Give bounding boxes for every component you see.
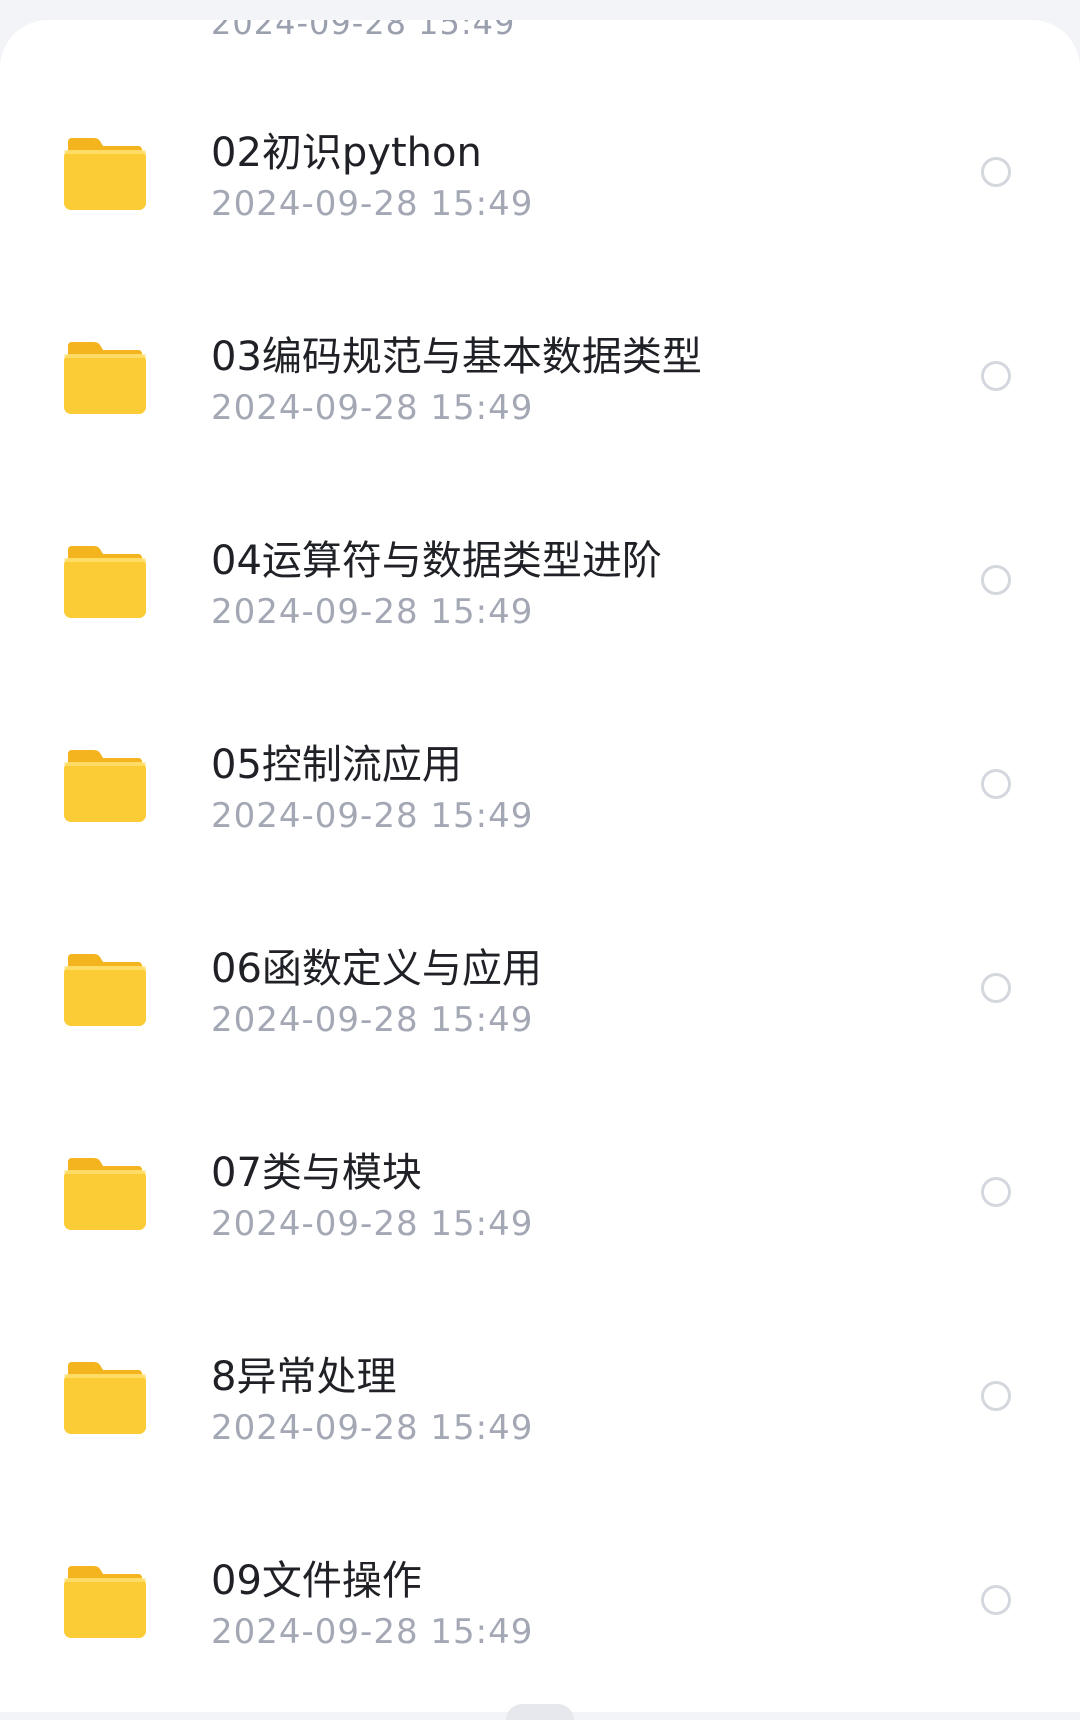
bottom-handle[interactable] — [506, 1704, 574, 1720]
folder-icon — [62, 136, 148, 212]
select-radio-button[interactable] — [981, 973, 1011, 1003]
folder-icon — [62, 1564, 148, 1640]
file-list-item[interactable]: 04运算符与数据类型进阶 2024-09-28 15:49 — [0, 486, 1080, 690]
file-list-item[interactable]: 02初识python 2024-09-28 15:49 — [0, 78, 1080, 282]
file-date: 2024-09-28 15:49 — [211, 1000, 534, 1040]
file-name: 05控制流应用 — [211, 742, 462, 788]
select-radio-button[interactable] — [981, 1381, 1011, 1411]
select-radio-button[interactable] — [981, 1585, 1011, 1615]
select-radio-button[interactable] — [981, 157, 1011, 187]
file-date: 2024-09-28 15:49 — [211, 1408, 534, 1448]
file-name: 8异常处理 — [211, 1354, 397, 1400]
file-list-item[interactable]: 09文件操作 2024-09-28 15:49 — [0, 1506, 1080, 1710]
file-date: 2024-09-28 15:49 — [211, 1204, 534, 1244]
file-list-item[interactable]: 8异常处理 2024-09-28 15:49 — [0, 1302, 1080, 1506]
select-radio-button[interactable] — [981, 565, 1011, 595]
select-radio-button[interactable] — [981, 769, 1011, 799]
folder-icon — [62, 340, 148, 416]
file-name: 09文件操作 — [211, 1558, 422, 1604]
folder-icon — [62, 748, 148, 824]
folder-icon — [62, 952, 148, 1028]
file-name: 04运算符与数据类型进阶 — [211, 538, 662, 584]
file-list-sheet: 2024-09-28 15:49 02初识python 2024-09-28 1… — [0, 20, 1080, 1712]
partial-item-date: 2024-09-28 15:49 — [211, 20, 516, 42]
file-date: 2024-09-28 15:49 — [211, 388, 534, 428]
folder-icon — [62, 1360, 148, 1436]
file-list-item[interactable]: 06函数定义与应用 2024-09-28 15:49 — [0, 894, 1080, 1098]
file-name: 07类与模块 — [211, 1150, 422, 1196]
file-date: 2024-09-28 15:49 — [211, 1612, 534, 1652]
file-name: 06函数定义与应用 — [211, 946, 542, 992]
select-radio-button[interactable] — [981, 361, 1011, 391]
file-date: 2024-09-28 15:49 — [211, 796, 534, 836]
file-name: 02初识python — [211, 130, 482, 176]
folder-icon — [62, 1156, 148, 1232]
file-list-item[interactable]: 07类与模块 2024-09-28 15:49 — [0, 1098, 1080, 1302]
file-name: 03编码规范与基本数据类型 — [211, 334, 702, 380]
select-radio-button[interactable] — [981, 1177, 1011, 1207]
folder-icon — [62, 544, 148, 620]
file-list-item[interactable]: 03编码规范与基本数据类型 2024-09-28 15:49 — [0, 282, 1080, 486]
file-list-item[interactable]: 05控制流应用 2024-09-28 15:49 — [0, 690, 1080, 894]
file-date: 2024-09-28 15:49 — [211, 592, 534, 632]
file-date: 2024-09-28 15:49 — [211, 184, 534, 224]
